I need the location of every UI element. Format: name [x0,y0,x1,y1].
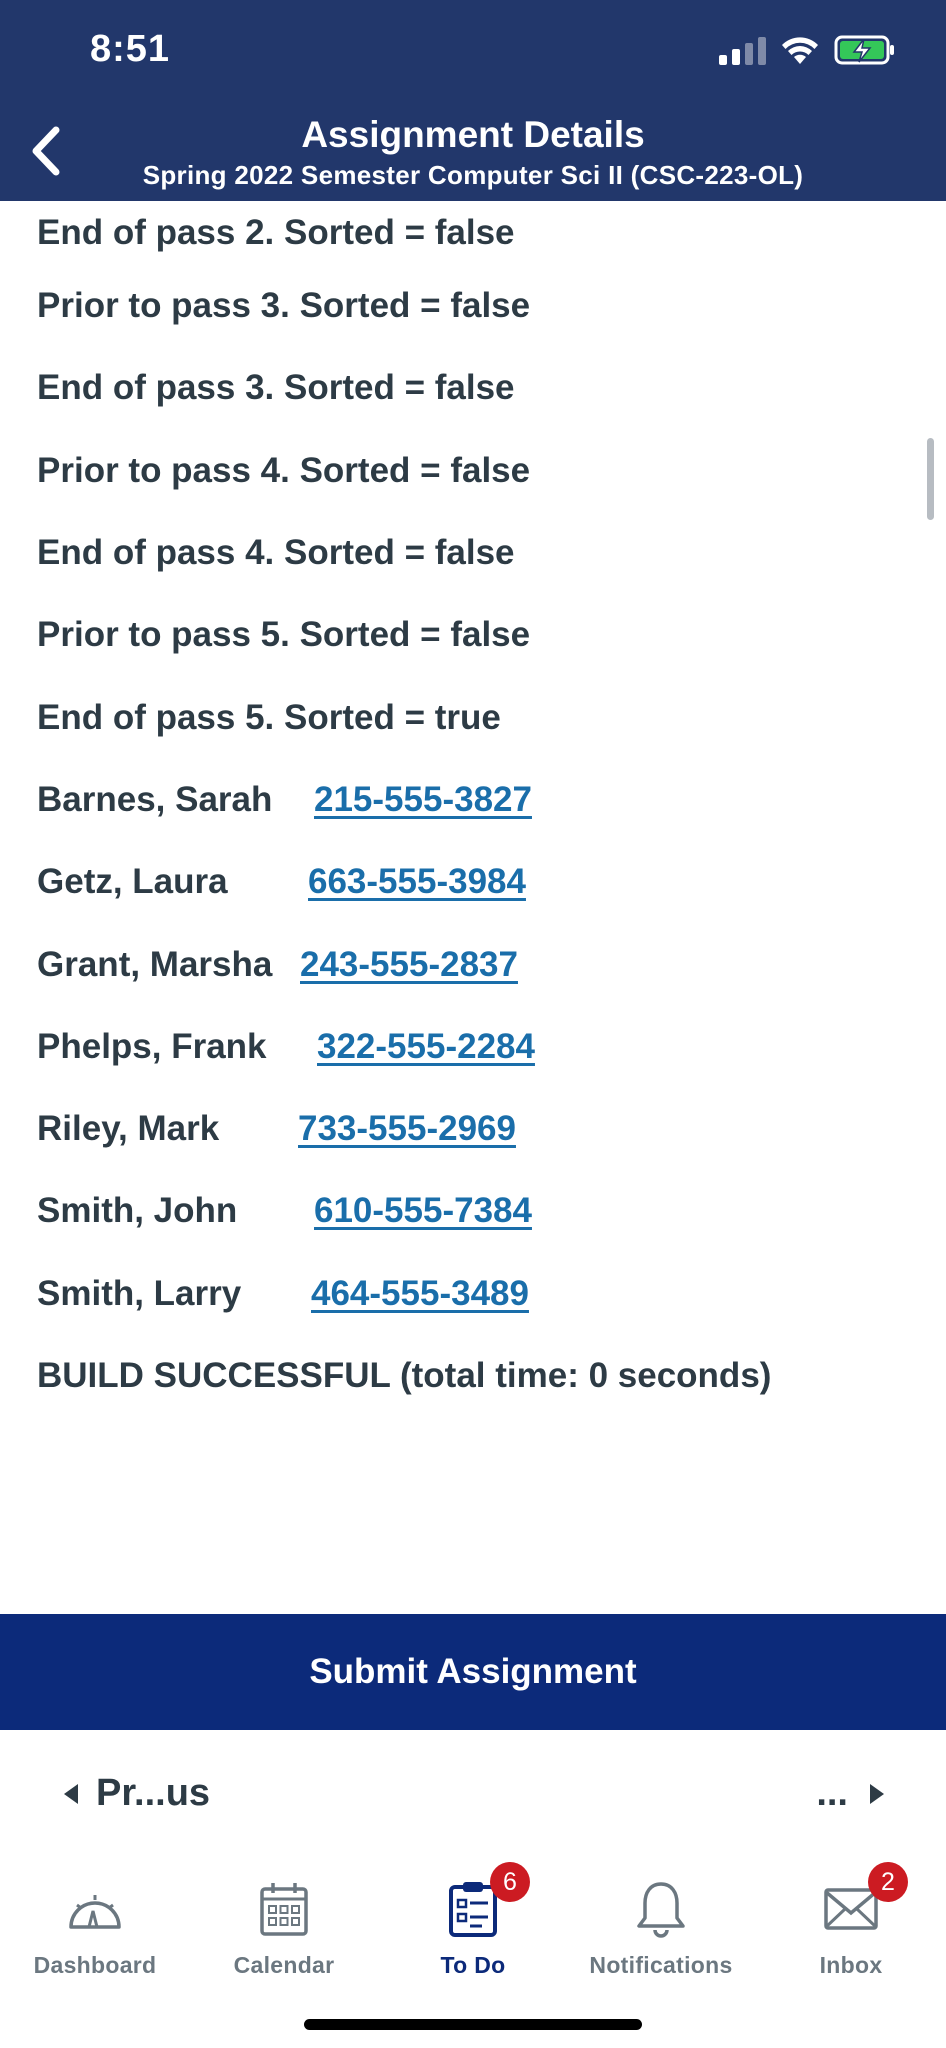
todo-count-badge: 6 [490,1862,530,1902]
envelope-icon [824,1888,878,1930]
bell-icon [637,1882,685,1938]
inbox-count-badge: 2 [868,1862,908,1902]
caret-left-icon [64,1783,78,1804]
tab-label: Inbox [819,1952,883,1978]
contact-name: Smith, Larry [37,1273,242,1313]
phone-link[interactable]: 215-555-3827 [314,780,532,820]
tab-notifications[interactable]: Notifications [566,1874,756,1979]
output-line: End of pass 5. Sorted = true [37,697,501,737]
contact-row: Smith, Larry 464-555-3489 [37,1253,917,1335]
tab-calendar[interactable]: Calendar [189,1874,379,1979]
contact-name: Smith, John [37,1191,238,1231]
phone-link[interactable]: 464-555-3489 [311,1274,529,1314]
contact-row: Barnes, Sarah 215-555-3827 [37,759,917,841]
tab-dashboard[interactable]: Dashboard [0,1874,190,1979]
phone-link[interactable]: 663-555-3984 [308,862,526,902]
page-title: Assignment Details [301,114,645,155]
course-subtitle: Spring 2022 Semester Computer Sci II (CS… [142,160,804,190]
calendar-icon [260,1883,308,1936]
scrollbar[interactable] [927,438,934,520]
contact-name: Getz, Laura [37,862,228,902]
output-line: Prior to pass 3. Sorted = false [37,286,531,326]
caret-right-icon [870,1783,884,1804]
contact-row: Phelps, Frank 322-555-2284 [37,1006,917,1088]
phone-link[interactable]: 610-555-7384 [314,1191,532,1231]
assignment-description: End of pass 2. Sorted = false Prior to p… [37,201,917,1417]
next-label: ... [816,1772,848,1814]
contact-name: Phelps, Frank [37,1026,267,1066]
output-line: Prior to pass 4. Sorted = false [37,450,531,490]
cellular-signal-icon [719,35,766,65]
phone-link[interactable]: 243-555-2837 [300,945,518,985]
contact-name: Riley, Mark [37,1109,220,1149]
output-line: End of pass 2. Sorted = false [37,213,515,252]
contact-row: Riley, Mark 733-555-2969 [37,1088,917,1170]
contact-name: Barnes, Sarah [37,779,273,819]
app-header: 8:51 Assignment Details Spring 2022 Seme… [0,0,946,201]
phone-link[interactable]: 733-555-2969 [298,1109,516,1149]
previous-assignment-button[interactable]: Pr...us [64,1772,210,1815]
status-time: 8:51 [90,28,171,70]
tab-label: To Do [440,1952,506,1978]
assignment-pager: Pr...us ... [0,1730,946,1860]
tab-inbox[interactable]: 2 Inbox [756,1862,946,1979]
dashboard-gauge-icon [69,1895,121,1929]
wifi-icon [782,37,818,64]
tab-label: Calendar [233,1952,335,1978]
contact-row: Grant, Marsha 243-555-2837 [37,923,917,1005]
output-line: End of pass 4. Sorted = false [37,533,515,573]
previous-label: Pr...us [96,1772,211,1814]
build-status-line: BUILD SUCCESSFUL (total time: 0 seconds) [37,1356,772,1395]
tab-todo[interactable]: 6 To Do [378,1862,568,1979]
tab-label: Dashboard [33,1952,157,1978]
output-line: Prior to pass 5. Sorted = false [37,615,531,655]
status-icons [719,34,896,66]
output-line: End of pass 3. Sorted = false [37,368,515,408]
contact-row: Getz, Laura 663-555-3984 [37,841,917,923]
next-assignment-button[interactable]: ... [816,1772,884,1815]
phone-link[interactable]: 322-555-2284 [317,1027,535,1067]
tab-label: Notifications [589,1952,733,1978]
home-indicator [304,2019,642,2030]
contact-name: Grant, Marsha [37,944,273,984]
submit-assignment-button[interactable]: Submit Assignment [0,1614,946,1730]
contact-row: Smith, John 610-555-7384 [37,1170,917,1252]
battery-charging-icon [834,35,894,65]
